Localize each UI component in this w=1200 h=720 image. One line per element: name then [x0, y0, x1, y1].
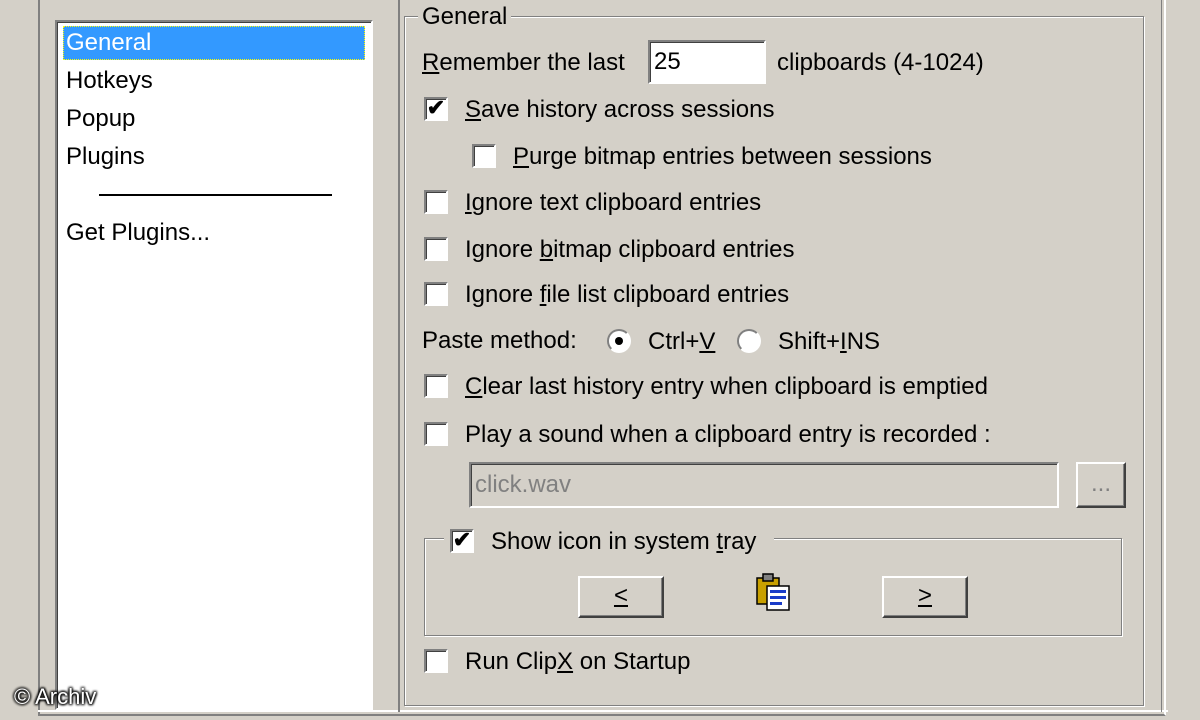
- save-history-label: Save history across sessions: [465, 96, 775, 123]
- paste-shift-ins-radio[interactable]: [737, 329, 761, 353]
- run-on-startup-label: Run ClipX on Startup: [465, 648, 691, 675]
- clipboards-range-label: clipboards (4-1024): [777, 49, 984, 76]
- purge-bitmap-checkbox[interactable]: [472, 144, 496, 168]
- category-item-hotkeys[interactable]: Hotkeys: [63, 64, 365, 98]
- ignore-text-checkbox[interactable]: [424, 190, 448, 214]
- show-tray-icon-label: Show icon in system tray: [491, 528, 757, 555]
- category-item-popup[interactable]: Popup: [63, 102, 365, 136]
- ignore-filelist-label: Ignore file list clipboard entries: [465, 281, 790, 308]
- play-sound-checkbox[interactable]: [424, 422, 448, 446]
- ignore-bitmap-checkbox[interactable]: [424, 237, 448, 261]
- history-count-input[interactable]: [648, 40, 766, 84]
- remember-label: Remember the last: [422, 49, 625, 76]
- ignore-filelist-checkbox[interactable]: [424, 282, 448, 306]
- clear-last-checkbox[interactable]: [424, 374, 448, 398]
- next-icon-button[interactable]: >: [882, 576, 968, 618]
- category-item-plugins[interactable]: Plugins: [63, 140, 365, 174]
- paste-ctrl-v-label: Ctrl+V: [648, 328, 716, 355]
- category-item-get-plugins[interactable]: Get Plugins...: [63, 216, 365, 250]
- play-sound-label: Play a sound when a clipboard entry is r…: [465, 421, 991, 448]
- category-list[interactable]: General Hotkeys Popup Plugins Get Plugin…: [55, 20, 373, 710]
- paste-ctrl-v-radio[interactable]: [607, 329, 631, 353]
- show-tray-icon-checkbox[interactable]: ✔: [450, 529, 474, 553]
- save-history-checkbox[interactable]: ✔: [424, 97, 448, 121]
- run-on-startup-checkbox[interactable]: [424, 649, 448, 673]
- archive-watermark: © Archiv: [14, 684, 97, 709]
- sound-file-input[interactable]: [469, 462, 1059, 508]
- category-item-general[interactable]: General: [63, 26, 365, 60]
- ignore-bitmap-label: Ignore bitmap clipboard entries: [465, 236, 795, 263]
- paste-method-label: Paste method:: [422, 327, 577, 354]
- ignore-text-label: Ignore text clipboard entries: [465, 189, 762, 216]
- clipboard-icon: [753, 572, 793, 612]
- list-separator: [99, 194, 332, 196]
- browse-sound-button[interactable]: ...: [1076, 462, 1126, 508]
- clear-last-label: Clear last history entry when clipboard …: [465, 373, 988, 400]
- purge-bitmap-label: Purge bitmap entries between sessions: [513, 143, 932, 170]
- prev-icon-button[interactable]: <: [578, 576, 664, 618]
- general-group-title: General: [418, 2, 512, 32]
- paste-shift-ins-label: Shift+INS: [778, 328, 881, 355]
